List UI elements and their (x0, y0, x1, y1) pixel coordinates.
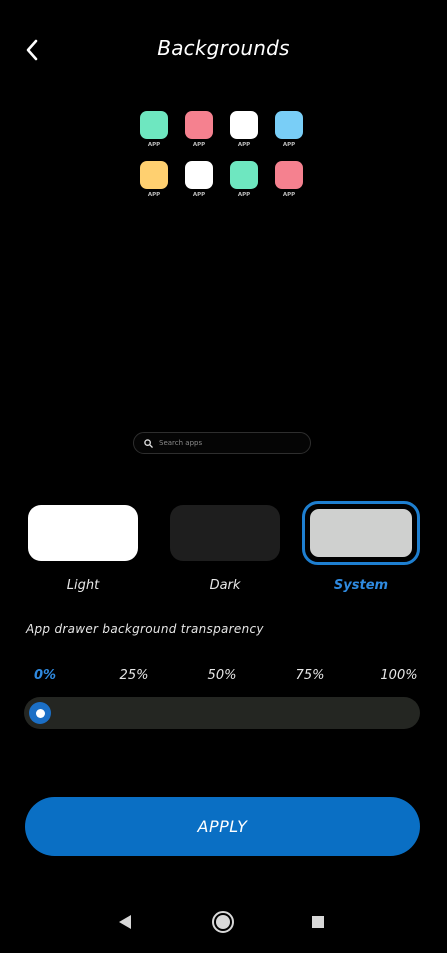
transparency-label: App drawer background transparency (26, 622, 264, 636)
app-icon (140, 161, 168, 189)
app-label: APP (192, 142, 206, 148)
swatch-frame (24, 501, 142, 565)
tick-label[interactable]: 100% (380, 668, 417, 683)
app-icon (185, 161, 213, 189)
app-label: APP (147, 142, 161, 148)
preview-app-tile: APP (185, 161, 213, 198)
backgrounds-screen: Backgrounds APP APP APP APP APP APP APP APP Sea… (0, 0, 447, 953)
app-icon (230, 161, 258, 189)
option-label: Light (66, 578, 100, 593)
tick-label[interactable]: 25% (120, 668, 149, 683)
preview-app-grid: APP APP APP APP APP APP APP APP (140, 111, 308, 198)
app-icon (140, 111, 168, 139)
page-title: Backgrounds (157, 36, 290, 60)
preview-app-tile: APP (230, 111, 258, 148)
search-placeholder: Search apps (159, 439, 203, 447)
transparency-ticks: 0% 25% 50% 75% 100% (24, 668, 422, 686)
swatch-frame (166, 501, 284, 565)
preview-app-tile: APP (140, 161, 168, 198)
preview-search-bar: Search apps (133, 432, 311, 454)
background-swatch (28, 505, 138, 561)
background-options: Light Dark System (24, 501, 424, 601)
circle-home-icon (212, 911, 234, 933)
preview-app-tile: APP (275, 161, 303, 198)
app-label: APP (237, 192, 251, 198)
apply-button[interactable]: APPLY (25, 797, 420, 856)
nav-recents-button[interactable] (306, 910, 330, 934)
swatch-frame (302, 501, 420, 565)
tick-label[interactable]: 50% (208, 668, 237, 683)
slider-thumb[interactable] (29, 702, 51, 724)
option-label: System (333, 578, 389, 593)
nav-home-button[interactable] (211, 910, 235, 934)
search-icon (144, 438, 153, 448)
nav-back-button[interactable] (113, 910, 137, 934)
app-icon (275, 111, 303, 139)
app-icon (275, 161, 303, 189)
app-label: APP (147, 192, 161, 198)
preview-app-tile: APP (230, 161, 258, 198)
transparency-slider[interactable] (24, 697, 420, 729)
app-label: APP (282, 142, 296, 148)
app-label: APP (237, 142, 251, 148)
tick-label[interactable]: 0% (34, 668, 56, 683)
slider-thumb-dot (35, 708, 45, 718)
background-swatch (170, 505, 280, 561)
app-label: APP (282, 192, 296, 198)
preview-app-tile: APP (185, 111, 213, 148)
app-icon (230, 111, 258, 139)
tick-label[interactable]: 75% (296, 668, 325, 683)
preview-app-tile: APP (275, 111, 303, 148)
app-label: APP (192, 192, 206, 198)
triangle-back-icon (119, 915, 131, 929)
background-swatch (308, 507, 414, 559)
square-recents-icon (312, 916, 324, 928)
system-nav-bar (0, 900, 447, 944)
app-icon (185, 111, 213, 139)
option-label: Dark (209, 578, 241, 593)
preview-app-tile: APP (140, 111, 168, 148)
